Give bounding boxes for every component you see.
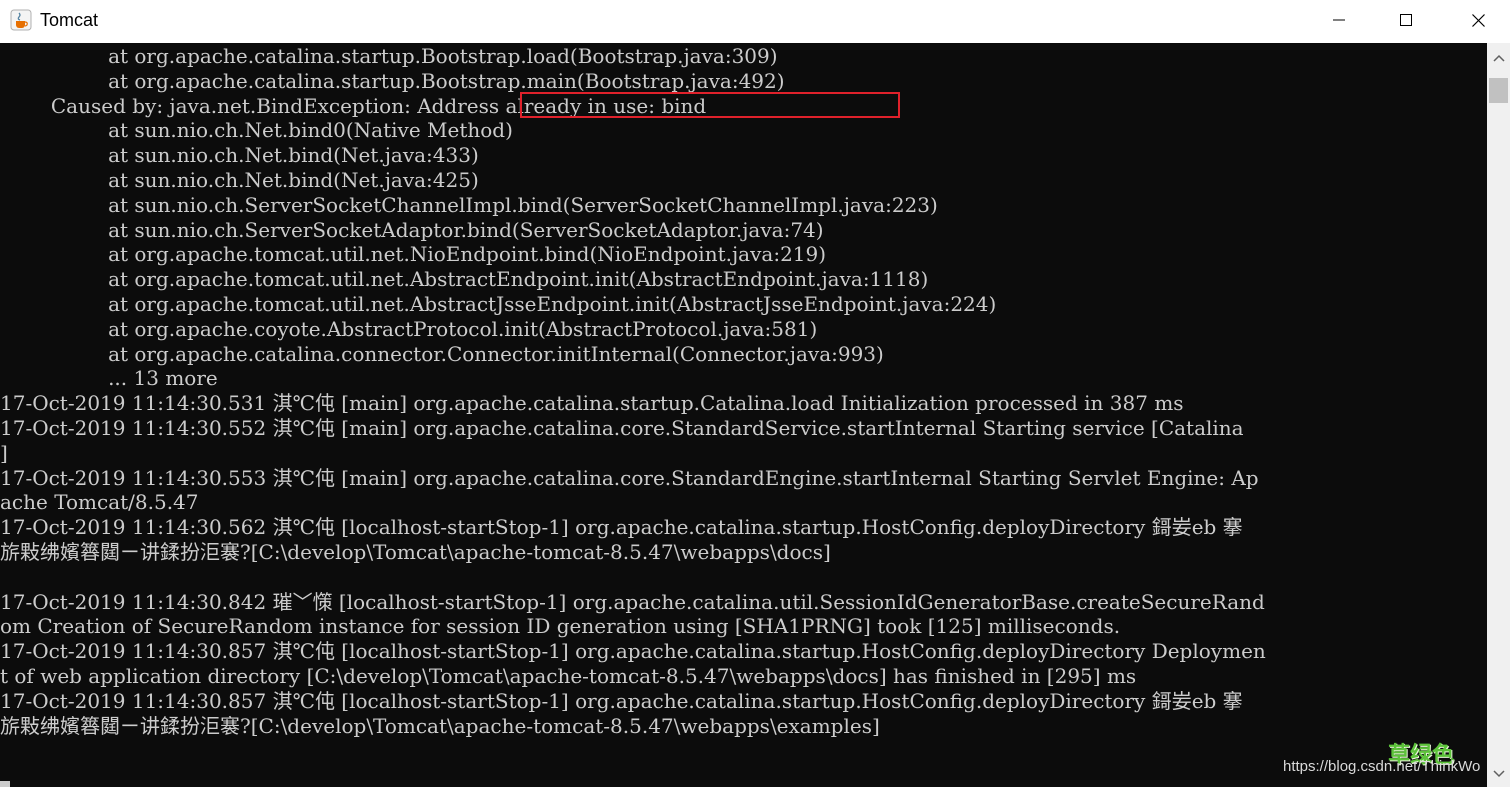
close-icon (1471, 13, 1485, 27)
console-line: 17-Oct-2019 11:14:30.857 淇℃伅 [localhost-… (0, 639, 1266, 664)
console-line: at sun.nio.ch.ServerSocketAdaptor.bind(S… (0, 217, 824, 242)
window-title: Tomcat (40, 10, 99, 30)
console-line: 17-Oct-2019 11:14:30.552 淇℃伅 [main] org.… (0, 416, 1244, 440)
console-line: om Creation of SecureRandom instance for… (0, 614, 1121, 639)
console-line: t of web application directory [C:\devel… (0, 664, 1137, 688)
console-line: 17-Oct-2019 11:14:30.842 璀﹀憡 [localhost-… (0, 589, 1265, 614)
console-line: at org.apache.coyote.AbstractProtocol.in… (0, 316, 818, 341)
console-line: 旂敤绋嬪簭閮ㄧ讲鍒扮洰褰?[C:\develop\Tomcat\apache-t… (0, 713, 880, 738)
console-line: 17-Oct-2019 11:14:30.562 淇℃伅 [localhost-… (0, 515, 1243, 540)
console-line: at org.apache.tomcat.util.net.AbstractEn… (0, 267, 929, 292)
scroll-up-button[interactable] (1487, 47, 1510, 69)
console-line: at org.apache.catalina.startup.Bootstrap… (0, 68, 785, 93)
chevron-up-icon (1492, 54, 1505, 62)
scrollbar-thumb[interactable] (1489, 78, 1508, 103)
console-line: ache Tomcat/8.5.47 (0, 490, 199, 515)
watermark-url: https://blog.csdn.net/ThinkWo (1283, 758, 1481, 775)
chevron-down-icon (1492, 770, 1505, 778)
console-line: at org.apache.tomcat.util.net.NioEndpoin… (0, 242, 827, 267)
console-line: at sun.nio.ch.Net.bind(Net.java:425) (0, 168, 479, 192)
console-line: ] (0, 440, 8, 465)
console-line: at sun.nio.ch.ServerSocketChannelImpl.bi… (0, 192, 938, 217)
console-output[interactable]: at org.apache.catalina.startup.Bootstrap… (0, 43, 1487, 787)
text-cursor (0, 781, 10, 787)
console-line: at sun.nio.ch.Net.bind(Net.java:433) (0, 143, 479, 168)
maximize-button[interactable] (1383, 0, 1429, 40)
title-bar[interactable]: Tomcat (0, 0, 1510, 43)
console-line: at org.apache.catalina.startup.Bootstrap… (0, 44, 778, 68)
minimize-button[interactable] (1316, 0, 1362, 40)
console-line: at org.apache.catalina.connector.Connect… (0, 341, 884, 366)
close-button[interactable] (1455, 0, 1501, 40)
error-highlight-box (520, 92, 900, 118)
java-cup-icon[interactable] (10, 9, 32, 31)
scroll-down-button[interactable] (1487, 763, 1510, 785)
console-line: 旂敤绋嬪簭閮ㄧ讲鍒扮洰褰?[C:\develop\Tomcat\apache-t… (0, 540, 831, 564)
maximize-icon (1400, 14, 1412, 26)
minimize-icon (1333, 19, 1345, 21)
console-line: at sun.nio.ch.Net.bind0(Native Method) (0, 118, 513, 143)
console-line: 17-Oct-2019 11:14:30.531 淇℃伅 [main] org.… (0, 391, 1184, 416)
console-line: 17-Oct-2019 11:14:30.857 淇℃伅 [localhost-… (0, 688, 1243, 713)
vertical-scrollbar[interactable] (1487, 43, 1510, 787)
console-line: ... 13 more (0, 366, 218, 391)
console-line: 17-Oct-2019 11:14:30.553 淇℃伅 [main] org.… (0, 465, 1259, 490)
console-line: at org.apache.tomcat.util.net.AbstractJs… (0, 292, 997, 316)
